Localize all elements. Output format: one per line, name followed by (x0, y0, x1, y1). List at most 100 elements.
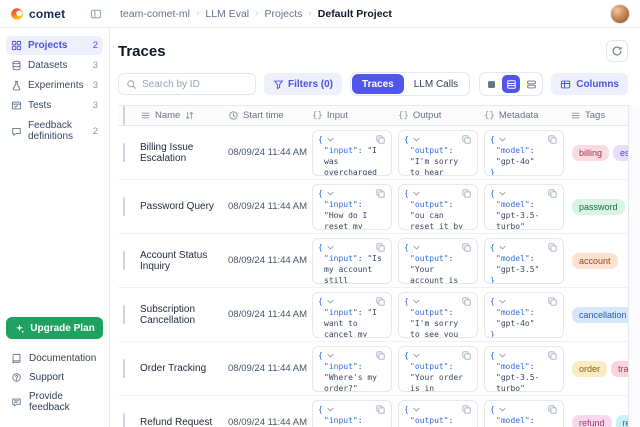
column-header-metadata[interactable]: {}Metadata (484, 110, 570, 121)
tag-badge[interactable]: requ (616, 415, 628, 427)
tag-badge[interactable]: refund (572, 415, 612, 427)
input-cell[interactable]: {"input": "Where's my order?"} (312, 346, 392, 392)
row-checkbox[interactable] (123, 143, 125, 162)
comet-logo[interactable]: comet (10, 7, 65, 21)
tags-cell: billing esca (570, 145, 628, 161)
table-row[interactable]: Refund Request08/09/24 11:44 AM{"input":… (118, 396, 628, 427)
grid-icon (11, 40, 22, 51)
input-cell[interactable]: {"input": "I was overcharged on my last … (312, 130, 392, 176)
table-row[interactable]: Billing Issue Escalation08/09/24 11:44 A… (118, 126, 628, 180)
row-checkbox[interactable] (123, 413, 125, 427)
tags-cell: ordertrack (570, 361, 628, 377)
json-content: "output": "I'm sorry to hear that. Let .… (404, 145, 472, 176)
input-cell[interactable]: {"input": "Is my account still active?"} (312, 238, 392, 284)
output-cell[interactable]: {"output": "I'm sorry to see you go. I'v… (398, 292, 478, 338)
output-cell[interactable]: {"output": "I'm sorry to hear that. Let … (398, 130, 478, 176)
upgrade-plan-button[interactable]: Upgrade Plan (6, 317, 103, 339)
metadata-cell[interactable]: {"model": "gpt-3.5-turbo"} (484, 184, 564, 230)
row-checkbox[interactable] (123, 197, 125, 216)
tags-cell: password (570, 199, 628, 215)
clock-icon (228, 110, 239, 121)
metadata-cell[interactable]: {"model": "gpt-4o"} (484, 130, 564, 176)
density-rows-button[interactable] (522, 75, 540, 93)
density-compact-button[interactable] (482, 75, 500, 93)
chevron-down-icon (411, 242, 422, 253)
table-row[interactable]: Account Status Inquiry08/09/24 11:44 AM{… (118, 234, 628, 288)
filters-button[interactable]: Filters (0) (264, 73, 342, 95)
breadcrumb-item[interactable]: LLM Eval (205, 8, 249, 20)
search-input[interactable] (142, 79, 248, 90)
copy-icon (461, 296, 472, 307)
row-checkbox[interactable] (123, 359, 125, 378)
metadata-cell[interactable]: {"model": "gpt-3.5"} (484, 238, 564, 284)
table-row[interactable]: Order Tracking08/09/24 11:44 AM{"input":… (118, 342, 628, 396)
breadcrumb-item[interactable]: Projects (264, 8, 302, 20)
open-brace: { (318, 296, 323, 307)
table-row[interactable]: Subscription Cancellation08/09/24 11:44 … (118, 288, 628, 342)
column-header-name[interactable]: Name (140, 110, 228, 121)
refresh-button[interactable] (606, 40, 628, 62)
sidebar-item-tests[interactable]: Tests3 (6, 96, 103, 115)
column-header-start-time[interactable]: Start time (228, 110, 312, 121)
copy-icon (375, 350, 386, 361)
output-cell[interactable]: {"output": "I've submitted your refund r… (398, 400, 478, 427)
chevron-down-icon (325, 188, 336, 199)
sidebar-footer-support[interactable]: Support (6, 368, 103, 387)
user-avatar[interactable] (610, 4, 630, 24)
tag-badge[interactable]: account (572, 253, 618, 269)
sidebar-footer-label: Support (29, 372, 64, 383)
breadcrumb-item[interactable]: Default Project (318, 8, 392, 20)
select-all-checkbox[interactable] (123, 106, 125, 125)
sidebar-item-experiments[interactable]: Experiments3 (6, 76, 103, 95)
tab-llm-calls[interactable]: LLM Calls (404, 74, 468, 94)
table-row[interactable]: Password Query08/09/24 11:44 AM{"input":… (118, 180, 628, 234)
row-checkbox[interactable] (123, 251, 125, 270)
input-cell[interactable]: {"input": "How do I reset my password?"} (312, 184, 392, 230)
tag-badge[interactable]: track (611, 361, 628, 377)
input-cell[interactable]: {"input": "Can I get a refund for my las… (312, 400, 392, 427)
metadata-cell[interactable]: {"model": "gpt-4o"} (484, 292, 564, 338)
density-normal-button[interactable] (502, 75, 520, 93)
braces-icon: {} (398, 111, 409, 121)
sidebar-item-count: 3 (93, 100, 98, 111)
tag-badge[interactable]: cancellation (572, 307, 628, 323)
input-cell[interactable]: {"input": "I want to cancel my subscript… (312, 292, 392, 338)
sidebar-item-feedback-definitions[interactable]: Feedback definitions2 (6, 116, 103, 146)
json-content: "output": "ou can reset it by clicking o… (404, 199, 472, 230)
tag-badge[interactable]: order (572, 361, 607, 377)
tag-badge[interactable]: billing (572, 145, 609, 161)
chevron-down-icon (411, 350, 422, 361)
json-content: "input": "Where's my order?" (318, 361, 386, 392)
json-key: "input" (324, 254, 358, 263)
tag-badge[interactable]: esca (613, 145, 628, 161)
column-header-input[interactable]: {}Input (312, 110, 398, 121)
output-cell[interactable]: {"output": "Your order is in transit and… (398, 346, 478, 392)
sidebar-item-projects[interactable]: Projects2 (6, 36, 103, 55)
column-header-output[interactable]: {}Output (398, 110, 484, 121)
json-content: "input": "I want to cancel my subscripti… (318, 307, 386, 338)
row-checkbox[interactable] (123, 305, 125, 324)
output-cell[interactable]: {"output": "Your account is active and i… (398, 238, 478, 284)
breadcrumb-item[interactable]: team-comet-ml (120, 8, 190, 20)
columns-button[interactable]: Columns (551, 73, 628, 95)
metadata-cell[interactable]: {"model": "gpt-3.5"} (484, 400, 564, 427)
sidebar-footer-provide-feedback[interactable]: Provide feedback (6, 387, 103, 417)
column-header-tags[interactable]: Tags (570, 110, 628, 121)
tab-traces[interactable]: Traces (352, 74, 404, 94)
json-key: "model" (496, 200, 530, 209)
sidebar-toggle-icon[interactable] (90, 8, 102, 20)
metadata-cell[interactable]: {"model": "gpt-3.5-turbo"} (484, 346, 564, 392)
output-cell[interactable]: {"output": "ou can reset it by clicking … (398, 184, 478, 230)
chevron-down-icon (325, 242, 336, 253)
sidebar-item-datasets[interactable]: Datasets3 (6, 56, 103, 75)
copy-icon (461, 404, 472, 415)
tag-badge[interactable]: password (572, 199, 625, 215)
breadcrumb-separator-icon: › (255, 8, 258, 19)
json-key: "input" (324, 416, 358, 425)
columns-icon (560, 79, 571, 90)
json-content: "model": "gpt-3.5-turbo" (490, 361, 558, 392)
copy-icon (461, 350, 472, 361)
column-header-label: Start time (243, 110, 284, 121)
sidebar-footer-documentation[interactable]: Documentation (6, 349, 103, 368)
json-open-brace: { (318, 296, 386, 307)
